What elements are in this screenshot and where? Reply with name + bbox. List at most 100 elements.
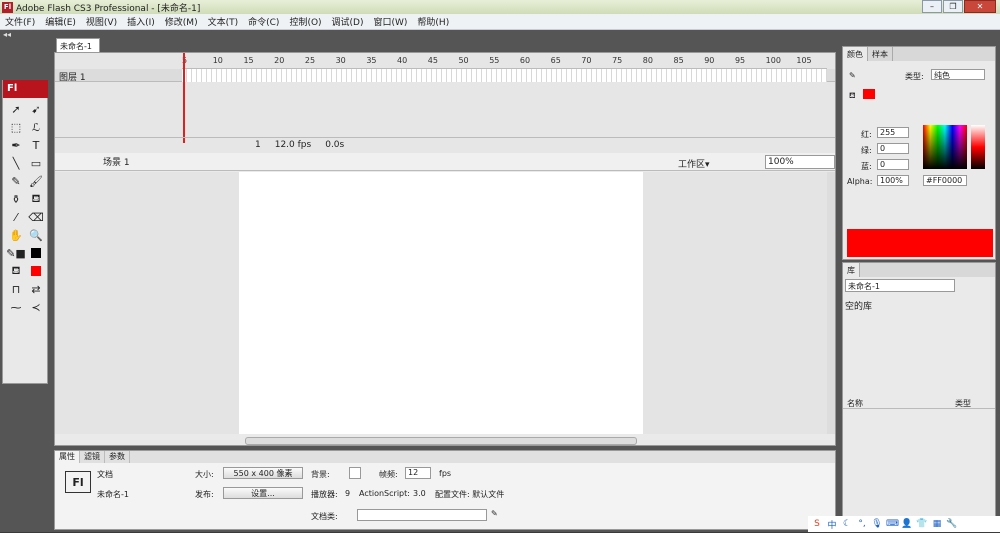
hex-field[interactable]: #FF0000 [923, 175, 967, 186]
type-select[interactable]: 纯色 [931, 69, 985, 80]
fill-swatch[interactable] [863, 89, 875, 99]
vertical-scrollbar[interactable] [827, 172, 835, 434]
hand-tool-icon[interactable]: ✋ [6, 228, 26, 242]
menu-debug[interactable]: 调试(D) [327, 15, 369, 28]
frame-grid[interactable] [182, 69, 827, 82]
fill-swatch-icon[interactable] [31, 266, 41, 276]
pen-tool-icon[interactable]: ✒ [6, 138, 26, 152]
smooth-icon[interactable]: ⁓ [6, 300, 26, 314]
layer-name[interactable]: 图层 1 [59, 70, 86, 83]
shirt-icon[interactable]: 👕 [916, 519, 928, 529]
document-tab[interactable]: 未命名-1 [56, 38, 100, 52]
snap-magnet-icon[interactable]: ⊓ [6, 282, 26, 296]
maximize-button[interactable]: ❐ [943, 0, 963, 13]
straighten-icon[interactable]: ≺ [26, 300, 46, 314]
subselection-tool-icon[interactable]: ➹ [26, 102, 46, 116]
moon-icon[interactable]: ☾ [841, 519, 853, 529]
zoom-tool-icon[interactable]: 🔍 [26, 228, 46, 242]
horizontal-scrollbar[interactable] [245, 437, 637, 445]
eraser-tool-icon[interactable]: ⌫ [26, 210, 46, 224]
frame-label: 45 [427, 56, 438, 65]
menu-commands[interactable]: 命令(C) [243, 15, 284, 28]
library-empty-text: 空的库 [845, 302, 873, 312]
lasso-tool-icon[interactable]: ℒ [26, 120, 46, 134]
eyedropper-tool-icon[interactable]: ⁄ [6, 210, 26, 224]
zoom-select[interactable]: 100% [765, 155, 835, 169]
brush-tool-icon[interactable]: 🖌 [26, 174, 46, 188]
size-button[interactable]: 550 x 400 像素 [223, 467, 303, 479]
window-controls: – ❐ ✕ [922, 0, 996, 13]
menu-help[interactable]: 帮助(H) [412, 15, 454, 28]
menu-text[interactable]: 文本(T) [203, 15, 244, 28]
settings-button[interactable]: 设置... [223, 487, 303, 499]
tab-properties[interactable]: 属性 [55, 451, 80, 463]
document-class-field[interactable] [357, 509, 487, 521]
menu-control[interactable]: 控制(O) [284, 15, 326, 28]
workspace-menu[interactable]: 工作区▾ [678, 157, 710, 170]
player-label: 播放器: [311, 490, 338, 499]
tab-library[interactable]: 库 [843, 263, 860, 277]
library-document-select[interactable]: 未命名-1 [845, 279, 955, 292]
menu-view[interactable]: 视图(V) [81, 15, 122, 28]
red-field[interactable]: 255 [877, 127, 909, 138]
paint-bucket-tool-icon[interactable]: ⛾ [26, 192, 46, 206]
background-color-swatch[interactable] [349, 467, 361, 479]
menu-insert[interactable]: 插入(I) [122, 15, 160, 28]
chinese-mode-icon[interactable]: 中 [826, 518, 838, 531]
sogou-icon[interactable]: S [811, 519, 823, 529]
title-bar: Fl Adobe Flash CS3 Professional - [未命名-1… [0, 0, 1000, 14]
doc-name-label: 未命名-1 [97, 490, 129, 499]
stroke-icon[interactable]: ✎ [849, 71, 856, 80]
timeline-status: 1 12.0 fps 0.0s [55, 137, 835, 151]
fps-field[interactable]: 12 [405, 467, 431, 479]
frame-label: 30 [335, 56, 346, 65]
free-transform-tool-icon[interactable]: ⬚ [6, 120, 26, 134]
menu-edit[interactable]: 编辑(E) [40, 15, 81, 28]
doc-type-label: 文档 [97, 470, 113, 479]
color-preview [847, 229, 993, 257]
ink-bottle-tool-icon[interactable]: ⚱ [6, 192, 26, 206]
tab-color[interactable]: 颜色 [843, 47, 868, 61]
punctuation-icon[interactable]: °, [856, 519, 868, 529]
fill-icon[interactable]: ⛾ [849, 91, 856, 101]
name-column-header[interactable]: 名称 [847, 398, 863, 409]
rectangle-tool-icon[interactable]: ▭ [26, 156, 46, 170]
frame-label: 40 [397, 56, 408, 65]
microphone-icon[interactable]: 🎙 [871, 519, 883, 529]
scene-label[interactable]: 场景 1 [103, 155, 130, 168]
fill-color-icon[interactable]: ⛾ [6, 264, 26, 278]
wrench-icon[interactable]: 🔧 [946, 519, 958, 529]
selection-tool-icon[interactable]: ➚ [6, 102, 26, 116]
type-label: 类型: [905, 72, 924, 81]
stroke-color-icon[interactable]: ✎■ [6, 246, 26, 260]
type-column-header[interactable]: 类型 [955, 398, 971, 409]
swap-colors-icon[interactable]: ⇄ [26, 282, 46, 296]
frame-label: 65 [550, 56, 561, 65]
stroke-swatch-icon[interactable] [31, 248, 41, 258]
tab-swatches[interactable]: 样本 [868, 47, 893, 61]
frame-label: 55 [489, 56, 500, 65]
alpha-field[interactable]: 100% [877, 175, 909, 186]
keyboard-icon[interactable]: ⌨ [886, 519, 899, 529]
pencil-tool-icon[interactable]: ✎ [6, 174, 26, 188]
tab-filters[interactable]: 滤镜 [80, 451, 105, 463]
tab-parameters[interactable]: 参数 [105, 451, 130, 463]
blue-field[interactable]: 0 [877, 159, 909, 170]
menu-file[interactable]: 文件(F) [0, 15, 40, 28]
close-button[interactable]: ✕ [964, 0, 996, 13]
frame-ruler[interactable]: 5 10 15 20 25 30 35 40 45 50 55 60 65 70… [182, 53, 827, 69]
edit-class-icon[interactable]: ✎ [491, 509, 498, 518]
stage[interactable] [239, 172, 643, 434]
menu-window[interactable]: 窗口(W) [369, 15, 413, 28]
brightness-slider[interactable] [971, 125, 985, 169]
line-tool-icon[interactable]: ╲ [6, 156, 26, 170]
text-tool-icon[interactable]: T [26, 138, 46, 152]
grid-icon[interactable]: ▦ [931, 519, 943, 529]
green-field[interactable]: 0 [877, 143, 909, 154]
playhead[interactable] [183, 53, 185, 143]
minimize-button[interactable]: – [922, 0, 942, 13]
user-icon[interactable]: 👤 [901, 519, 913, 529]
color-spectrum[interactable] [923, 125, 967, 169]
menu-modify[interactable]: 修改(M) [160, 15, 203, 28]
tools-collapse-icon[interactable]: ◂◂ [0, 30, 52, 44]
